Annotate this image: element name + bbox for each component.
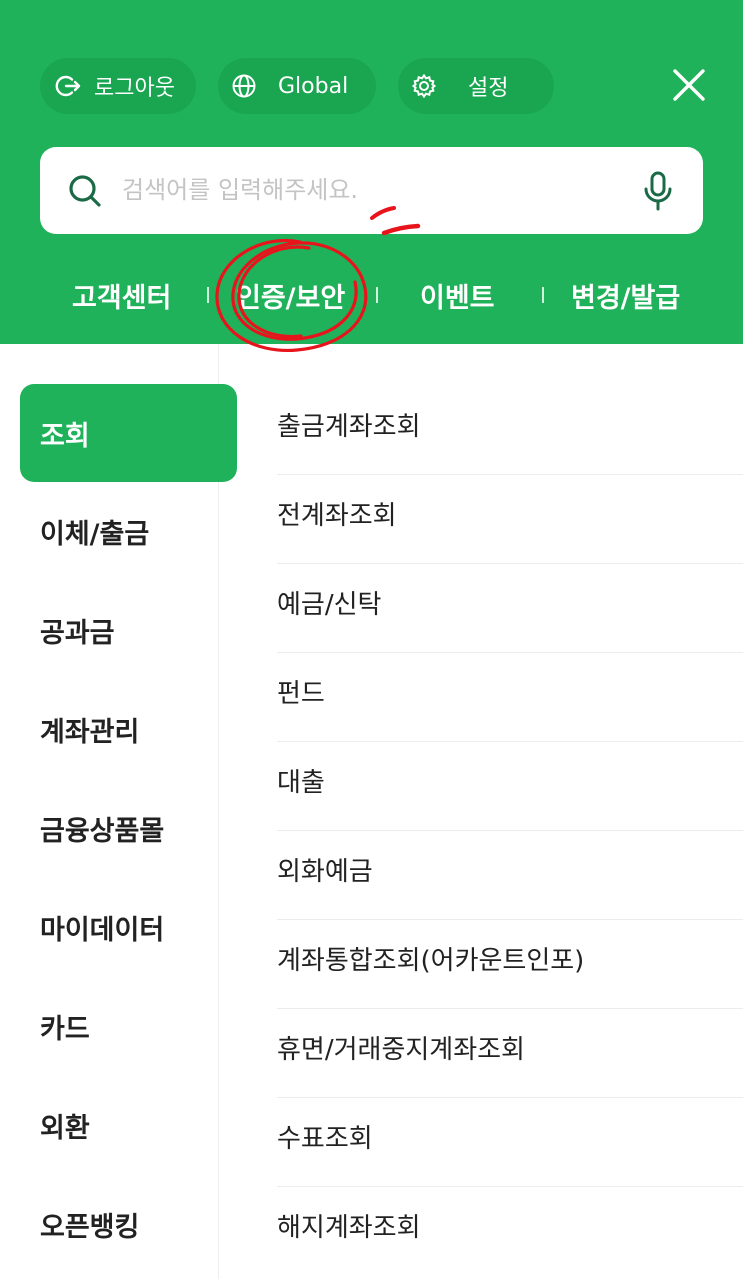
category-list: 조회 이체/출금 공과금 계좌관리 금융상품몰 마이데이터 카드 외환 오픈뱅킹: [0, 344, 237, 1279]
close-icon: [673, 69, 705, 101]
sub-menu-item[interactable]: 휴면/거래중지계좌조회: [277, 1009, 743, 1098]
global-button[interactable]: Global: [218, 58, 376, 114]
sub-menu-item[interactable]: 외화예금: [277, 831, 743, 920]
sub-menu-item[interactable]: 예금/신탁: [277, 564, 743, 653]
category-item-foreign-exchange[interactable]: 외환: [0, 1076, 219, 1174]
category-item-open-banking[interactable]: 오픈뱅킹: [0, 1175, 219, 1273]
category-item-inquiry[interactable]: 조회: [20, 384, 237, 482]
settings-button[interactable]: 설정: [398, 58, 554, 114]
settings-label: 설정: [468, 76, 509, 101]
sub-menu-item[interactable]: 해지계좌조회: [277, 1187, 743, 1276]
globe-icon: [230, 72, 258, 100]
quick-link-customer-center[interactable]: 고객센터: [72, 270, 171, 320]
logout-icon: [54, 72, 82, 100]
category-item-utility-bills[interactable]: 공과금: [0, 581, 219, 679]
category-item-mydata[interactable]: 마이데이터: [0, 878, 219, 976]
logout-button[interactable]: 로그아웃: [40, 58, 196, 114]
close-button[interactable]: [672, 68, 706, 102]
logout-label: 로그아웃: [94, 76, 175, 101]
category-item-account-management[interactable]: 계좌관리: [0, 680, 219, 778]
sub-menu-item[interactable]: 대출: [277, 742, 743, 831]
quick-link-event[interactable]: 이벤트: [420, 270, 495, 320]
search-icon[interactable]: [68, 174, 102, 208]
category-item-financial-products[interactable]: 금융상품몰: [0, 779, 219, 877]
sub-menu-item[interactable]: 펀드: [277, 653, 743, 742]
category-item-card[interactable]: 카드: [0, 977, 219, 1075]
red-annotation-circle: [215, 239, 368, 353]
sub-menu-item[interactable]: 출금계좌조회: [277, 386, 743, 475]
sub-menu-item[interactable]: 전계좌조회: [277, 475, 743, 564]
category-item-transfer[interactable]: 이체/출금: [0, 482, 219, 580]
quick-link-change-issue[interactable]: 변경/발급: [571, 270, 680, 320]
mic-icon[interactable]: [643, 171, 673, 211]
global-label: Global: [278, 73, 349, 99]
sub-menu-list: 출금계좌조회 전계좌조회 예금/신탁 펀드 대출 외화예금 계좌통합조회(어카운…: [277, 386, 743, 1276]
sub-menu-item[interactable]: 수표조회: [277, 1098, 743, 1187]
quick-link-divider: [542, 287, 544, 303]
gear-icon: [410, 72, 438, 100]
sub-menu-item[interactable]: 계좌통합조회(어카운트인포): [277, 920, 743, 1009]
